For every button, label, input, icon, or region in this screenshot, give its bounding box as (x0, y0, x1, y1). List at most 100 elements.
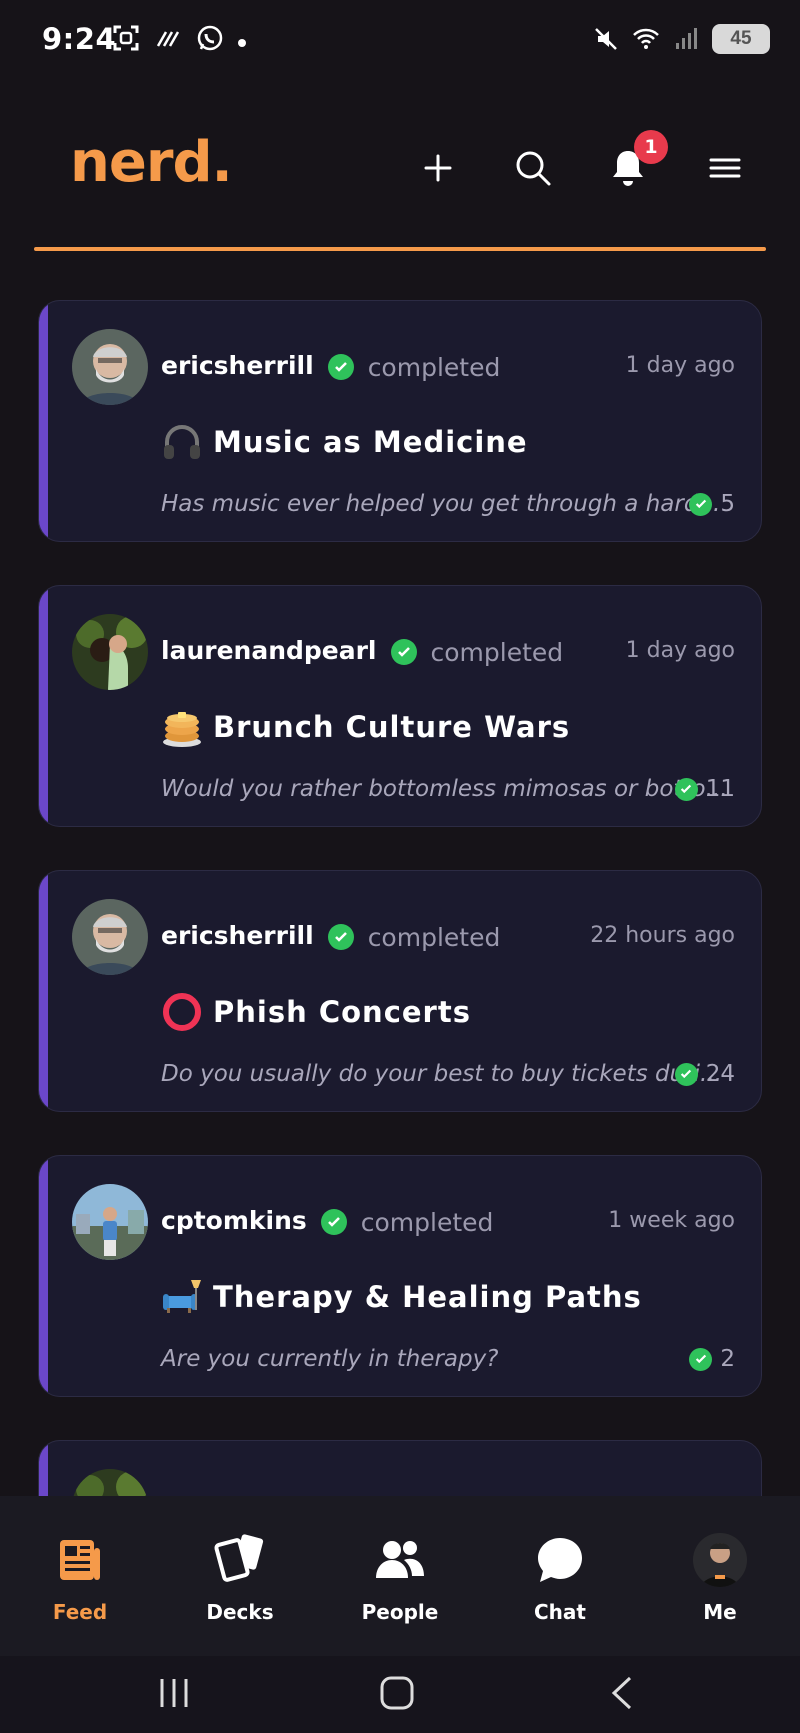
wifi-icon (633, 28, 659, 49)
signal-icon (676, 28, 697, 49)
user-avatar[interactable] (72, 614, 148, 690)
deck-title-text: Music as Medicine (213, 425, 528, 459)
check-icon (689, 1347, 713, 1371)
timestamp: 22 hours ago (590, 923, 735, 948)
timestamp: 1 week ago (608, 1208, 735, 1233)
data-saver-icon (156, 31, 180, 47)
deck-title[interactable]: Therapy & Healing Paths (161, 1276, 642, 1318)
people-icon (376, 1541, 424, 1578)
whatsapp-icon (197, 25, 223, 51)
notifications-button[interactable]: 1 (600, 130, 668, 196)
header-divider (34, 247, 766, 251)
create-button[interactable] (410, 140, 466, 196)
notification-badge: 1 (634, 130, 668, 164)
nav-label: Chat (534, 1600, 586, 1624)
question-snippet: Has music ever helped you get through a … (161, 491, 721, 517)
nav-label: Feed (52, 1600, 108, 1624)
check-icon (674, 777, 698, 801)
deck-title-text: Brunch Culture Wars (213, 710, 571, 744)
answer-count: 5 (689, 491, 735, 517)
status-bar: 9:24 45 (0, 0, 800, 84)
nav-feed[interactable]: Feed (20, 1532, 140, 1624)
nav-label: Me (703, 1600, 737, 1624)
feed-card[interactable]: laurenandpearl completed 1 day ago Brunch… (38, 585, 762, 827)
nav-decks[interactable]: Decks (180, 1532, 300, 1624)
battery-indicator: 45 (712, 24, 770, 54)
timestamp: 1 day ago (625, 353, 735, 378)
pancakes-icon (163, 712, 201, 747)
deck-title-text: Therapy & Healing Paths (213, 1280, 642, 1314)
deck-title-text: Phish Concerts (213, 995, 471, 1029)
card-header: cptomkins completed (161, 1206, 493, 1237)
status-text: completed (367, 922, 501, 952)
check-icon (390, 639, 417, 665)
check-icon (689, 492, 713, 516)
username[interactable]: ericsherrill (161, 351, 314, 380)
answer-count: 2 (689, 1346, 735, 1372)
check-icon (674, 1062, 698, 1086)
system-nav-bar (0, 1656, 800, 1733)
question-snippet: Would you rather bottomless mimosas or b… (161, 776, 728, 802)
deck-title[interactable]: Music as Medicine (161, 421, 528, 463)
question-snippet: Do you usually do your best to buy ticke… (161, 1061, 722, 1087)
feed-list[interactable]: ericsherrill completed 1 day ago Music as… (38, 300, 762, 1496)
nav-label: Decks (206, 1600, 274, 1624)
back-button[interactable] (592, 1670, 652, 1716)
deck-title[interactable]: Brunch Culture Wars (161, 706, 570, 748)
app-header: nerd. 1 (0, 120, 800, 250)
answer-count-value: 5 (720, 491, 735, 517)
answer-count: 11 (674, 776, 735, 802)
answer-count-value: 24 (705, 1061, 735, 1087)
user-avatar[interactable] (72, 1184, 148, 1260)
username[interactable]: cptomkins (161, 1206, 307, 1235)
feed-icon (60, 1540, 100, 1580)
card-header: ericsherrill completed (161, 921, 500, 952)
status-text: completed (360, 1207, 494, 1237)
home-icon (380, 1676, 414, 1710)
feed-card-partial[interactable] (38, 1440, 762, 1496)
menu-button[interactable] (697, 140, 753, 196)
question-snippet: Are you currently in therapy? (161, 1346, 499, 1372)
screen: 9:24 45 nerd. 1 ericsherrill completed 1… (0, 0, 800, 1733)
username[interactable]: laurenandpearl (161, 636, 377, 665)
nav-chat[interactable]: Chat (500, 1532, 620, 1624)
mute-icon (595, 28, 617, 50)
status-text: completed (430, 637, 564, 667)
nav-me[interactable]: Me (660, 1532, 780, 1624)
card-header: ericsherrill completed (161, 351, 500, 382)
feed-card[interactable]: ericsherrill completed 1 day ago Music as… (38, 300, 762, 542)
plus-icon (424, 154, 452, 182)
user-avatar[interactable] (72, 899, 148, 975)
me-avatar (693, 1533, 747, 1587)
recent-apps-button[interactable] (144, 1670, 204, 1716)
home-button[interactable] (367, 1670, 427, 1716)
search-button[interactable] (505, 140, 561, 196)
app-logo[interactable]: nerd. (70, 130, 233, 195)
card-header: laurenandpearl completed (161, 636, 563, 667)
check-icon (327, 924, 354, 950)
answer-count: 24 (674, 1061, 735, 1087)
nav-label: People (361, 1600, 439, 1624)
feed-card[interactable]: ericsherrill completed 22 hours ago Phish… (38, 870, 762, 1112)
answer-count-value: 2 (720, 1346, 735, 1372)
check-icon (327, 354, 354, 380)
screenshot-icon (113, 25, 139, 51)
user-avatar[interactable] (72, 329, 148, 405)
search-icon (516, 151, 551, 186)
status-icons-left (112, 24, 246, 52)
recent-apps-icon (160, 1679, 188, 1707)
deck-title[interactable]: Phish Concerts (161, 991, 471, 1033)
back-icon (611, 1676, 632, 1710)
status-text: completed (367, 352, 501, 382)
red-circle-icon (163, 993, 201, 1031)
nav-people[interactable]: People (340, 1532, 460, 1624)
feed-card[interactable]: cptomkins completed 1 week ago Therapy & … (38, 1155, 762, 1397)
username[interactable]: ericsherrill (161, 921, 314, 950)
check-icon (320, 1209, 347, 1235)
user-avatar[interactable] (72, 1469, 148, 1496)
couch-lamp-icon (163, 1280, 201, 1313)
timestamp: 1 day ago (625, 638, 735, 663)
headphones-icon (164, 425, 200, 459)
bottom-nav: Feed Decks People Chat Me (0, 1496, 800, 1656)
status-icons-right: 45 (592, 24, 770, 54)
